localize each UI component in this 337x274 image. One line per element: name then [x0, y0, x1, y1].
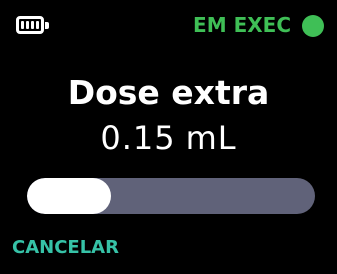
dose-unit: mL: [185, 119, 237, 157]
battery-icon: [16, 16, 50, 34]
status-indicator-icon: [302, 15, 324, 37]
pump-screen: EM EXEC Dose extra 0.15 mL CANCELAR: [0, 0, 337, 274]
battery-bar: [26, 21, 29, 29]
battery-body: [16, 16, 44, 34]
battery-bar: [36, 21, 39, 29]
battery-bar: [21, 21, 24, 29]
status-label: EM EXEC: [193, 13, 291, 37]
screen-title: Dose extra: [67, 73, 270, 112]
battery-tip: [45, 22, 49, 29]
delivery-progress-bar: [27, 178, 315, 214]
dose-amount: 0.15: [100, 119, 176, 157]
dose-value: 0.15 mL: [0, 118, 337, 158]
battery-bar: [31, 21, 34, 29]
cancel-button[interactable]: CANCELAR: [12, 236, 119, 260]
delivery-progress-fill: [27, 178, 111, 214]
